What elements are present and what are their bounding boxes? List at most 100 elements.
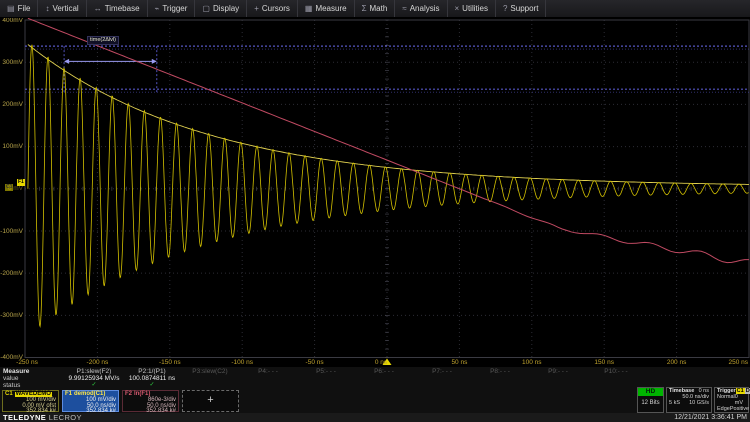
trigger-level: 0 mV <box>735 394 746 406</box>
measure-p1-value: 9.99125934 MV/s <box>65 375 123 382</box>
y-axis-label: 300mV <box>0 59 23 66</box>
f1-label: F1 <box>65 392 72 397</box>
menu-utilities[interactable]: ×Utilities <box>448 0 496 17</box>
x-axis-label: 150 ns <box>594 359 614 366</box>
trigger-slope: Positive <box>730 406 749 412</box>
cursors-icon: + <box>254 5 259 13</box>
brand-lecroy: LECROY <box>49 413 82 422</box>
menu-measure-label: Measure <box>315 4 346 13</box>
support-icon: ? <box>503 5 507 13</box>
x-axis-label: 100 ns <box>522 359 542 366</box>
c1-zero-level-marker[interactable]: C1 <box>5 184 13 191</box>
menu-cursors-label: Cursors <box>262 4 290 13</box>
y-axis-label: 400mV <box>0 17 23 24</box>
menu-math[interactable]: ΣMath <box>355 0 396 17</box>
menu-analysis-label: Analysis <box>410 4 440 13</box>
measure-p2-value: 100.0874811 ns <box>123 375 181 382</box>
measure-p4-header[interactable]: P4:- - - <box>239 368 297 375</box>
menu-support[interactable]: ?Support <box>496 0 546 17</box>
menu-vertical-label: Vertical <box>52 4 78 13</box>
hd-bits: 12 Bits <box>638 396 663 406</box>
status-panel: Measure P1:slew(F2) P2:1/(P1) P3:slew(C2… <box>0 367 750 422</box>
measure-header-row: Measure P1:slew(F2) P2:1/(P1) P3:slew(C2… <box>0 368 750 375</box>
y-axis-label: -100mV <box>0 228 23 235</box>
menu-bar: ▤File ↕Vertical ↔Timebase ⌁Trigger ▢Disp… <box>0 0 750 18</box>
measure-p9-header[interactable]: P9:- - - <box>529 368 587 375</box>
x-axis-label: -250 ns <box>16 359 38 366</box>
menu-support-label: Support <box>510 4 538 13</box>
hd-mode-box[interactable]: HD 12 Bits <box>637 387 664 413</box>
menu-math-label: Math <box>370 4 388 13</box>
trigger-box[interactable]: TriggerC1DC Normal0 mV EdgePositive <box>714 387 749 413</box>
graticule-and-traces <box>0 17 750 367</box>
trigger-type: Edge <box>717 406 730 412</box>
menu-display-label: Display <box>213 4 239 13</box>
x-axis-label: 200 ns <box>667 359 687 366</box>
x-axis-label: -200 ns <box>87 359 109 366</box>
c1-ringdown-trace <box>28 45 749 327</box>
file-icon: ▤ <box>7 5 15 13</box>
menu-utilities-label: Utilities <box>462 4 488 13</box>
brand-teledyne: TELEDYNE <box>3 413 46 422</box>
f2-descriptor-box[interactable]: F2ln(F1) 860e-3/div 50.0 ns/div 352.834 … <box>122 390 179 412</box>
analysis-icon: ≈ <box>402 5 406 13</box>
value-row-title: value <box>0 375 65 382</box>
x-axis-label: -100 ns <box>231 359 253 366</box>
x-axis-label: -150 ns <box>159 359 181 366</box>
measure-p1-status: ✓ <box>65 382 123 389</box>
y-axis-label: 100mV <box>0 143 23 150</box>
menu-display[interactable]: ▢Display <box>195 0 247 17</box>
add-trace-button[interactable]: + <box>182 390 239 412</box>
graticule-grid <box>25 20 749 358</box>
measure-p6-header[interactable]: P6:- - - <box>355 368 413 375</box>
menu-measure[interactable]: ▦Measure <box>298 0 355 17</box>
measure-p7-header[interactable]: P7:- - - <box>413 368 471 375</box>
y-axis-label: -300mV <box>0 312 23 319</box>
display-icon: ▢ <box>202 5 210 13</box>
f2-log-trace <box>28 18 749 262</box>
timebase-box[interactable]: Timebase0 ns 50.0 ns/div 5 kS10 GS/s <box>666 387 712 413</box>
measure-p10-header[interactable]: P10:- - - <box>587 368 645 375</box>
traces <box>28 18 749 326</box>
footer-bar: TELEDYNE LECROY 12/21/2021 3:36:41 PM <box>0 413 750 422</box>
oscilloscope-app: ▤File ↕Vertical ↔Timebase ⌁Trigger ▢Disp… <box>0 0 750 422</box>
menu-cursors[interactable]: +Cursors <box>247 0 298 17</box>
measure-value-row: value 9.99125934 MV/s 100.0874811 ns <box>0 375 750 382</box>
c1-label: C1 <box>5 392 13 397</box>
x-axis-label: 0 ns <box>375 359 387 366</box>
trigger-mode: Normal <box>717 394 735 406</box>
waveform-display[interactable]: 400mV 300mV 200mV 100mV 0 mV -100mV -200… <box>0 17 750 367</box>
measure-p2-status: ✓ <box>123 382 181 389</box>
menu-trigger-label: Trigger <box>162 4 187 13</box>
x-axis-label: 250 ns <box>728 359 748 366</box>
cursor-overlay <box>25 46 749 92</box>
measure-p3-header[interactable]: P3:slew(C2) <box>181 368 239 375</box>
f1-descriptor-box[interactable]: F1demod(C1) 100 mV/div 50.0 ns/div 352.8… <box>62 390 119 412</box>
menu-timebase-label: Timebase <box>105 4 140 13</box>
c1-descriptor-box[interactable]: C1WAVEDEMO 100 mV/div 0.00 mV ofst 352.8… <box>2 390 59 412</box>
utilities-icon: × <box>455 5 460 13</box>
measure-p1-header[interactable]: P1:slew(F2) <box>65 368 123 375</box>
trigger-icon: ⌁ <box>155 5 160 13</box>
menu-trigger[interactable]: ⌁Trigger <box>148 0 196 17</box>
status-row-title: status <box>0 382 65 389</box>
measure-p5-header[interactable]: P5:- - - <box>297 368 355 375</box>
measure-p2-header[interactable]: P2:1/(P1) <box>123 368 181 375</box>
timebase-rate: 10 GS/s <box>689 400 709 406</box>
measure-p8-header[interactable]: P8:- - - <box>471 368 529 375</box>
brand-logo: TELEDYNE LECROY <box>3 413 82 422</box>
measure-row-title: Measure <box>0 368 65 375</box>
f2-label: F2 <box>125 392 132 397</box>
x-axis-label: -50 ns <box>306 359 324 366</box>
cursor-measurement-label[interactable]: time(2Δlvl) <box>87 36 119 45</box>
vertical-icon: ↕ <box>45 5 49 13</box>
menu-vertical[interactable]: ↕Vertical <box>38 0 86 17</box>
f1-zero-level-marker[interactable]: F1 <box>17 179 25 186</box>
menu-file[interactable]: ▤File <box>0 0 38 17</box>
datetime-clock: 12/21/2021 3:36:41 PM <box>674 414 747 421</box>
menu-file-label: File <box>18 4 31 13</box>
plus-icon: + <box>207 398 213 403</box>
menu-analysis[interactable]: ≈ Analysis <box>395 0 447 17</box>
menu-timebase[interactable]: ↔Timebase <box>87 0 148 17</box>
y-axis-label: 200mV <box>0 101 23 108</box>
